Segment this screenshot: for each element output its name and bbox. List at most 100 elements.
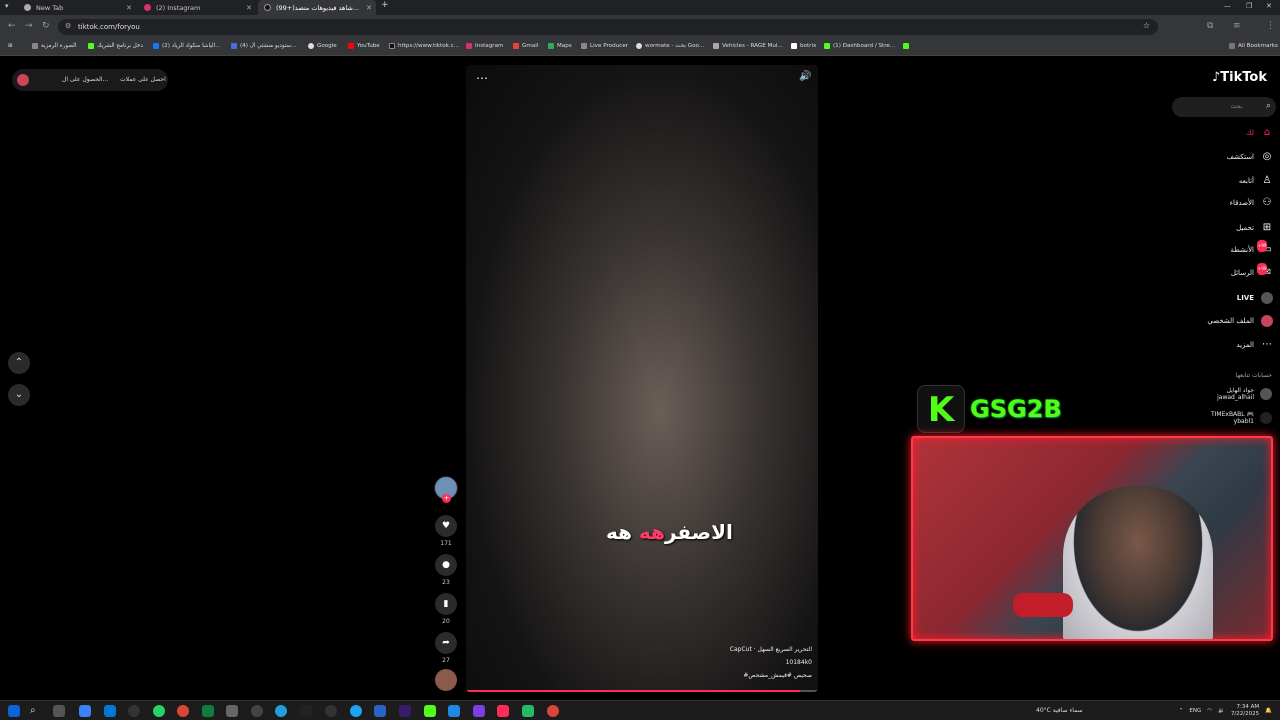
telegram-icon[interactable] [275, 705, 287, 717]
bookmark-item[interactable]: (1) Dashboard / Stre... [824, 43, 895, 49]
bookmark-item[interactable]: botrix [791, 43, 816, 49]
capcut-label[interactable]: CapCut · التحرير السريع السهل [730, 643, 812, 656]
back-icon[interactable]: ← [8, 21, 16, 31]
get-app-link[interactable]: الحصول على ال... [62, 76, 108, 83]
get-app-bar[interactable]: الحصول على ال... احصل على عملات [12, 69, 168, 91]
close-icon[interactable]: ✕ [126, 4, 132, 12]
nav-upload[interactable]: ⊞ تحميل [1236, 222, 1273, 234]
sound-icon[interactable]: 🔊 [799, 71, 811, 82]
chevron-up-icon[interactable]: ⌃ [1179, 708, 1184, 714]
heart-icon[interactable]: ♥ [435, 515, 457, 537]
app-icon[interactable] [251, 705, 263, 717]
clock[interactable]: 7:34 AM 7/22/2025 [1231, 704, 1259, 718]
follow-plus-icon[interactable]: + [442, 494, 451, 503]
notifications-icon[interactable]: 🔔 [1265, 708, 1272, 714]
nav-messages[interactable]: ✉ 99+ الرسائل [1231, 263, 1273, 279]
app-icon[interactable] [374, 705, 386, 717]
all-bookmarks[interactable]: All Bookmarks [1229, 43, 1278, 49]
nav-for-you[interactable]: ⌂ لك [1246, 127, 1273, 139]
share-icon[interactable]: ➦ [435, 632, 457, 654]
bookmark-icon[interactable]: ▮ [435, 593, 457, 615]
profile-icon[interactable]: ≡ [1233, 21, 1241, 31]
skype-icon[interactable] [350, 705, 362, 717]
share-button[interactable]: ➦ 27 [435, 632, 457, 664]
chrome-icon[interactable] [177, 705, 189, 717]
minimize-icon[interactable]: — [1224, 2, 1231, 10]
nav-activity[interactable]: ▭ 99+ الأنشطة [1230, 240, 1273, 256]
bookmark-item[interactable]: الصورة الرمزية [32, 43, 76, 49]
tab-instagram[interactable]: (2) Instagram ✕ [138, 0, 256, 15]
video-player[interactable]: الاصفرهه هه CapCut · التحرير السريع السه… [466, 65, 818, 692]
reload-icon[interactable]: ↻ [42, 21, 50, 31]
menu-icon[interactable]: ⋮ [1266, 21, 1275, 31]
excel-icon[interactable] [202, 705, 214, 717]
kick-icon[interactable] [424, 705, 436, 717]
bookmark-item[interactable]: دخل برنامج الشريك [88, 43, 143, 49]
nav-more[interactable]: ⋯ المزيد [1236, 339, 1273, 351]
close-icon[interactable]: ✕ [366, 4, 372, 12]
bookmark-item[interactable]: Maps [548, 43, 572, 49]
premiere-icon[interactable] [399, 705, 411, 717]
bookmark-item[interactable]: Live Producer [581, 43, 628, 49]
obs-icon[interactable] [128, 705, 140, 717]
restore-icon[interactable]: ❐ [1246, 2, 1252, 10]
comment-button[interactable]: ● 23 [435, 554, 457, 586]
copilot-icon[interactable] [79, 705, 91, 717]
tiktok-logo[interactable]: ♪TikTok [1212, 70, 1267, 85]
capcut-icon[interactable] [300, 705, 312, 717]
app-icon[interactable] [522, 705, 534, 717]
nav-friends[interactable]: ⚇ الأصدقاء [1230, 197, 1273, 209]
new-tab-button[interactable]: + [381, 0, 389, 10]
avatar[interactable] [17, 74, 29, 86]
tab-tiktok[interactable]: (99+)شاهد فيديوهات متصد... ✕ [258, 0, 376, 15]
following-account[interactable]: TIMExBABL 🎮 ybabl1 [1211, 411, 1272, 425]
volume-icon[interactable]: 🔉 [1218, 708, 1225, 714]
wifi-icon[interactable]: ◠ [1207, 708, 1212, 714]
address-bar[interactable]: ⚙ tiktok.com/foryou ☆ [58, 19, 1158, 35]
music-disc[interactable] [435, 669, 457, 691]
video-progress[interactable] [466, 690, 818, 692]
bookmark-item[interactable]: https://www.tiktok.c... [389, 43, 459, 49]
bookmark-item[interactable]: (4) ستوديو منشئي ال... [231, 43, 296, 49]
bookmark-item[interactable]: wormate - بحث Goo... [636, 43, 704, 49]
bookmark-item[interactable]: Gmail [513, 43, 538, 49]
nav-explore[interactable]: ◎ استكشف [1227, 151, 1273, 163]
site-info-icon[interactable]: ⚙ [65, 22, 71, 30]
chrome-active-icon[interactable] [547, 705, 559, 717]
bookmark-item[interactable]: Google [308, 43, 337, 49]
whatsapp-icon[interactable] [153, 705, 165, 717]
search-icon[interactable]: ⌕ [30, 705, 42, 717]
previous-video-button[interactable]: ⌃ [8, 352, 30, 374]
edge-icon[interactable] [104, 705, 116, 717]
tiktok-live-icon[interactable] [497, 705, 509, 717]
task-view-icon[interactable] [53, 705, 65, 717]
steam-icon[interactable] [325, 705, 337, 717]
tab-search-icon[interactable]: ▾ [5, 2, 9, 10]
bookmark-item[interactable]: (2) الياشا سكواد الرياد... [153, 43, 220, 49]
close-window-icon[interactable]: ✕ [1266, 2, 1272, 10]
app-icon[interactable] [473, 705, 485, 717]
tab-new-tab[interactable]: New Tab ✕ [18, 0, 136, 15]
next-video-button[interactable]: ⌄ [8, 384, 30, 406]
more-options-icon[interactable]: ⋯ [476, 71, 488, 85]
nav-profile[interactable]: الملف الشخصي [1207, 315, 1273, 327]
app-icon[interactable] [448, 705, 460, 717]
bookmark-star-icon[interactable]: ☆ [1143, 21, 1150, 30]
forward-icon[interactable]: → [25, 21, 33, 31]
apps-icon[interactable]: ⊞ [8, 43, 13, 49]
nav-live[interactable]: LIVE [1237, 292, 1273, 304]
bookmark-item[interactable]: YouTube [348, 43, 380, 49]
kick-bookmark-icon[interactable] [903, 43, 912, 49]
get-coins-link[interactable]: احصل على عملات [120, 76, 166, 83]
bookmark-button[interactable]: ▮ 20 [435, 593, 457, 625]
close-icon[interactable]: ✕ [246, 4, 252, 12]
extensions-icon[interactable]: ⧉ [1207, 21, 1213, 31]
app-icon[interactable] [226, 705, 238, 717]
author-avatar[interactable]: + [434, 476, 458, 503]
author-id[interactable]: 10184k0 [730, 656, 812, 669]
following-account[interactable]: جواد الهايل jawad_alhail [1217, 387, 1272, 401]
nav-following[interactable]: ♙ أتابعه [1239, 175, 1273, 187]
search-icon[interactable]: ⌕ [1266, 101, 1271, 111]
language-indicator[interactable]: ENG [1189, 708, 1201, 714]
windows-start-icon[interactable] [8, 705, 20, 717]
